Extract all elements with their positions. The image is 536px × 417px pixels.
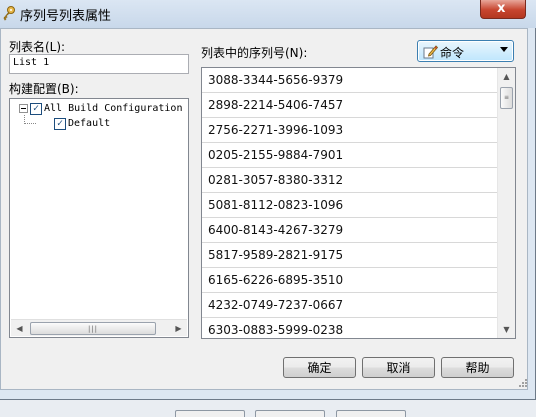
horizontal-scrollbar[interactable]: ◀ ||| ▶ — [11, 319, 187, 336]
serial-list-item[interactable]: 6165-6226-6895-3510 — [202, 268, 498, 293]
serial-list-item[interactable]: 0281-3057-8380-3312 — [202, 168, 498, 193]
scroll-down-icon[interactable]: ▼ — [498, 321, 515, 338]
cancel-button[interactable]: 取消 — [362, 357, 435, 378]
tree-item-label: All Build Configuration — [44, 103, 183, 114]
collapse-icon[interactable] — [19, 104, 28, 113]
serial-list-item[interactable]: 3088-3344-5656-9379 — [202, 68, 498, 93]
command-label: 命令 — [440, 46, 465, 60]
close-button[interactable]: x — [480, 0, 526, 19]
scroll-right-icon[interactable]: ▶ — [170, 320, 187, 337]
serial-list-properties-dialog: 序列号列表属性 x 列表名(L): List 1 构建配置(B): ✓ All … — [0, 0, 536, 400]
list-name-input[interactable]: List 1 — [9, 54, 189, 74]
ok-button[interactable]: 确定 — [283, 357, 356, 378]
resize-grip-icon[interactable] — [517, 377, 527, 387]
scroll-thumb[interactable]: ≡ — [500, 87, 513, 109]
tree-item-default[interactable]: ✓ Default — [54, 116, 110, 131]
tree-item-all-build-configuration[interactable]: ✓ All Build Configuration — [19, 101, 182, 116]
background-button — [175, 410, 245, 417]
chevron-down-icon — [500, 47, 508, 52]
window-title: 序列号列表属性 — [20, 9, 112, 24]
background-button — [336, 410, 406, 417]
serial-list-item[interactable]: 2756-2271-3996-1093 — [202, 118, 498, 143]
serial-list-item[interactable]: 6303-0883-5999-0238 — [202, 318, 498, 338]
scroll-thumb[interactable]: ||| — [30, 322, 156, 335]
serial-list-item[interactable]: 5817-9589-2821-9175 — [202, 243, 498, 268]
tree-connector — [24, 123, 36, 124]
pencil-icon — [423, 45, 438, 59]
scroll-left-icon[interactable]: ◀ — [11, 320, 28, 337]
vertical-scrollbar[interactable]: ▲ ≡ ▼ — [497, 68, 515, 338]
serial-list-item[interactable]: 6400-8143-4267-3279 — [202, 218, 498, 243]
serial-list-item[interactable]: 2898-2214-5406-7457 — [202, 93, 498, 118]
tree-item-label: Default — [68, 118, 111, 129]
title-bar[interactable]: 序列号列表属性 x — [0, 0, 536, 28]
serial-number-list[interactable]: 3088-3344-5656-9379 2898-2214-5406-7457 27… — [201, 67, 516, 339]
background-button — [255, 410, 325, 417]
scroll-up-icon[interactable]: ▲ — [498, 68, 515, 85]
serial-list-item[interactable]: 0205-2155-9884-7901 — [202, 143, 498, 168]
build-config-label: 构建配置(B): — [9, 82, 79, 96]
build-config-tree[interactable]: ✓ All Build Configuration ✓ Default ◀ ||… — [9, 98, 189, 338]
serial-list-item[interactable]: 5081-8112-0823-1096 — [202, 193, 498, 218]
help-button[interactable]: 帮助 — [441, 357, 514, 378]
checkbox-checked-icon[interactable]: ✓ — [30, 102, 42, 115]
checkbox-checked-icon[interactable]: ✓ — [54, 117, 66, 130]
list-name-label: 列表名(L): — [9, 40, 66, 54]
serial-list-item[interactable]: 4232-0749-7237-0667 — [202, 293, 498, 318]
close-icon: x — [497, 1, 506, 16]
serial-list-label: 列表中的序列号(N): — [201, 46, 308, 60]
key-icon — [3, 6, 15, 21]
command-dropdown-button[interactable]: 命令 — [417, 40, 514, 62]
